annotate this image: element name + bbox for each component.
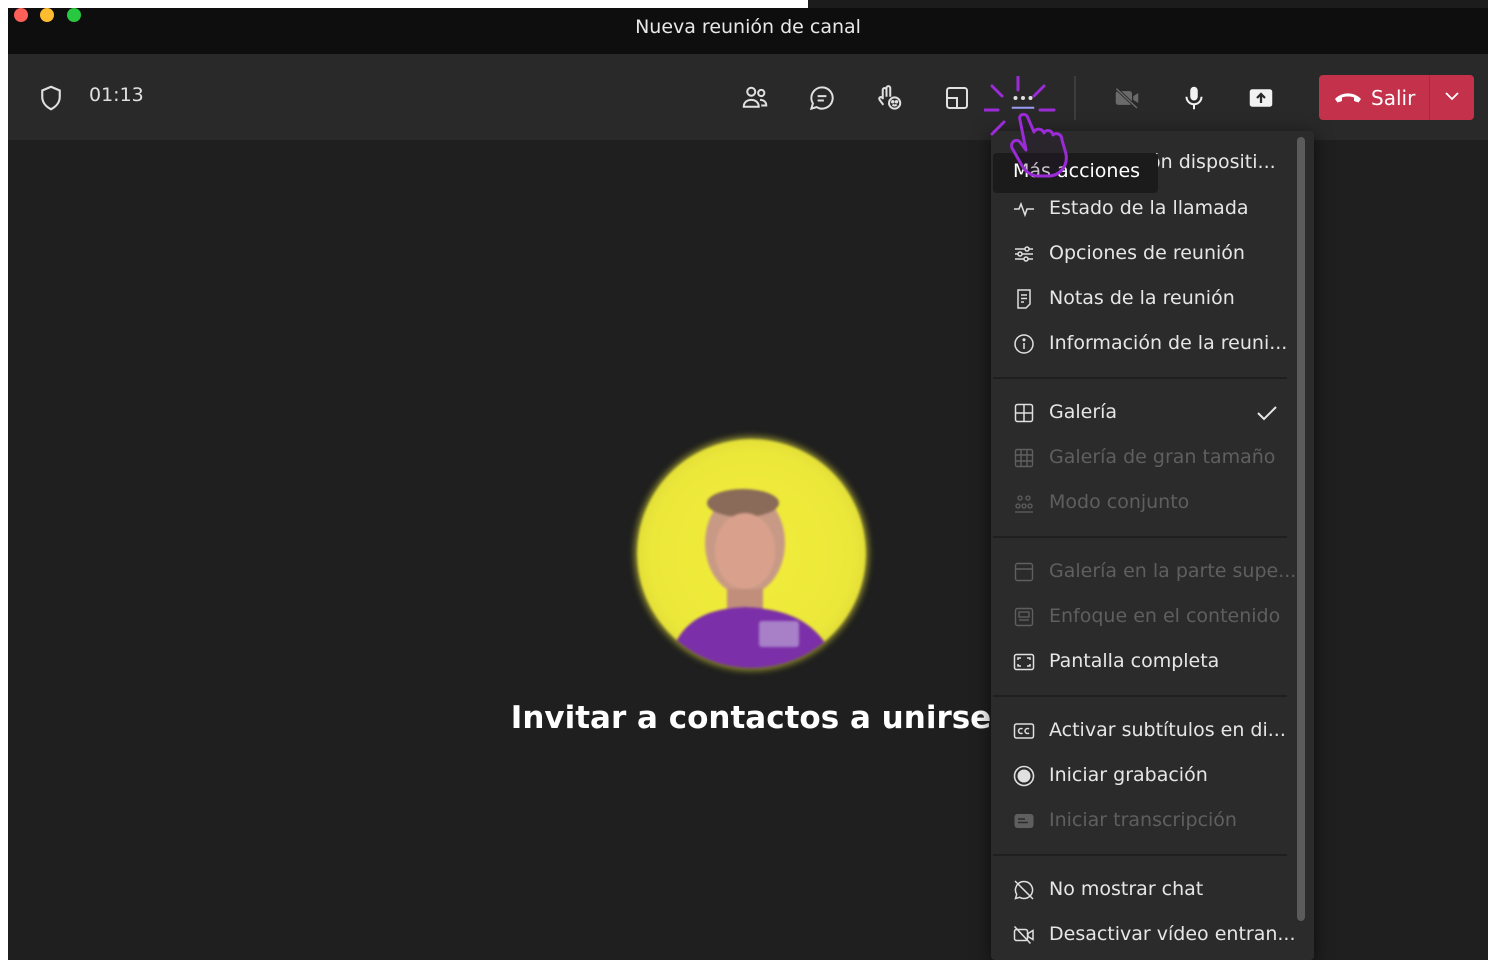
menu-item-label: Notas de la reunión — [1049, 287, 1235, 309]
menu-item-large-gallery: Galería de gran tamaño — [991, 436, 1289, 480]
microphone-icon[interactable] — [1174, 78, 1214, 118]
menu-item-meeting-options[interactable]: Opciones de reunión — [991, 232, 1289, 276]
hang-up-icon — [1333, 88, 1363, 108]
menu-item-start-transcription: Iniciar transcripción — [991, 799, 1289, 843]
chat-off-icon — [1011, 877, 1037, 903]
screen-top-strip-dark — [808, 0, 1488, 8]
menu-item-device-settings[interactable]: ón dispositi... — [1149, 151, 1276, 173]
menu-item-label: Pantalla completa — [1049, 650, 1220, 672]
info-icon — [1011, 331, 1037, 357]
checkmark-icon — [1255, 403, 1279, 427]
meeting-timer: 01:13 — [89, 84, 144, 106]
sliders-icon — [1011, 241, 1037, 267]
activity-icon — [1011, 196, 1037, 222]
menu-item-label: Activar subtítulos en di... — [1049, 719, 1286, 741]
menu-item-live-captions[interactable]: Activar subtítulos en di... — [991, 709, 1289, 753]
menu-item-label: Enfoque en el contenido — [1049, 605, 1281, 627]
participant-avatar — [637, 439, 866, 668]
menu-item-gallery-at-top: Galería en la parte supe... — [991, 550, 1296, 594]
menu-item-start-recording[interactable]: Iniciar grabación — [991, 754, 1289, 798]
share-screen-icon[interactable] — [1241, 78, 1281, 118]
menu-item-meeting-notes[interactable]: Notas de la reunión — [991, 277, 1289, 321]
menu-item-label: Modo conjunto — [1049, 491, 1190, 513]
menu-item-label: No mostrar chat — [1049, 878, 1204, 900]
transcript-icon — [1011, 808, 1037, 834]
more-actions-icon[interactable] — [1003, 78, 1043, 118]
meeting-window: Nueva reunión de canal 01:13 Salir Invit… — [8, 8, 1488, 960]
captions-icon — [1011, 718, 1037, 744]
menu-divider — [993, 536, 1287, 538]
menu-divider — [993, 377, 1287, 379]
video-off-icon — [1011, 922, 1037, 948]
large-grid-icon — [1011, 445, 1037, 471]
together-icon — [1011, 490, 1037, 516]
menu-item-meeting-info[interactable]: Información de la reuni... — [991, 322, 1289, 366]
participants-icon[interactable] — [735, 78, 775, 118]
title-bar: Nueva reunión de canal — [8, 8, 1488, 54]
chevron-down-icon — [1444, 88, 1460, 108]
shield-icon[interactable] — [31, 78, 71, 118]
menu-scrollbar[interactable] — [1297, 137, 1305, 921]
fullscreen-icon — [1011, 649, 1037, 675]
chat-icon[interactable] — [802, 78, 842, 118]
menu-item-content-focus: Enfoque en el contenido — [991, 595, 1289, 639]
record-icon — [1011, 763, 1037, 789]
window-title: Nueva reunión de canal — [635, 16, 861, 38]
more-actions-menu: ón dispositi... Más acciones Estado de l… — [991, 131, 1314, 960]
menu-item-label: Estado de la llamada — [1049, 197, 1249, 219]
menu-item-label: Opciones de reunión — [1049, 242, 1245, 264]
menu-item-turn-off-incoming-video[interactable]: Desactivar vídeo entran... — [991, 913, 1296, 957]
menu-item-label: Iniciar transcripción — [1049, 809, 1237, 831]
toolbar-divider — [1074, 76, 1076, 120]
menu-item-label: Desactivar vídeo entran... — [1049, 923, 1296, 945]
menu-item-call-health[interactable]: Estado de la llamada — [991, 187, 1289, 231]
reactions-icon[interactable] — [869, 78, 909, 118]
menu-divider — [993, 854, 1287, 856]
invite-contacts-text: Invitar a contactos a unirse — [510, 700, 992, 736]
menu-item-label: Galería en la parte supe... — [1049, 560, 1297, 582]
leave-label: Salir — [1371, 85, 1416, 110]
grid-icon — [1011, 400, 1037, 426]
screen-top-strip — [0, 0, 1488, 8]
menu-item-label: Iniciar grabación — [1049, 764, 1208, 786]
menu-item-label: Galería de gran tamaño — [1049, 446, 1276, 468]
menu-item-gallery[interactable]: Galería — [991, 391, 1289, 435]
menu-item-label: Galería — [1049, 401, 1118, 423]
menu-item-fullscreen[interactable]: Pantalla completa — [991, 640, 1289, 684]
menu-item-label: Información de la reuni... — [1049, 332, 1288, 354]
leave-options-button[interactable] — [1430, 75, 1474, 120]
gallery-top-icon — [1011, 559, 1037, 585]
camera-off-icon[interactable] — [1107, 78, 1147, 118]
menu-divider — [993, 695, 1287, 697]
participant-photo — [667, 489, 837, 668]
menu-item-together-mode: Modo conjunto — [991, 481, 1289, 525]
menu-item-hide-chat[interactable]: No mostrar chat — [991, 868, 1289, 912]
meeting-toolbar: 01:13 Salir — [8, 54, 1488, 140]
leave-button[interactable]: Salir — [1319, 75, 1428, 120]
notes-icon — [1011, 286, 1037, 312]
leave-button-group: Salir — [1319, 75, 1474, 120]
rooms-icon[interactable] — [937, 78, 977, 118]
content-focus-icon — [1011, 604, 1037, 630]
